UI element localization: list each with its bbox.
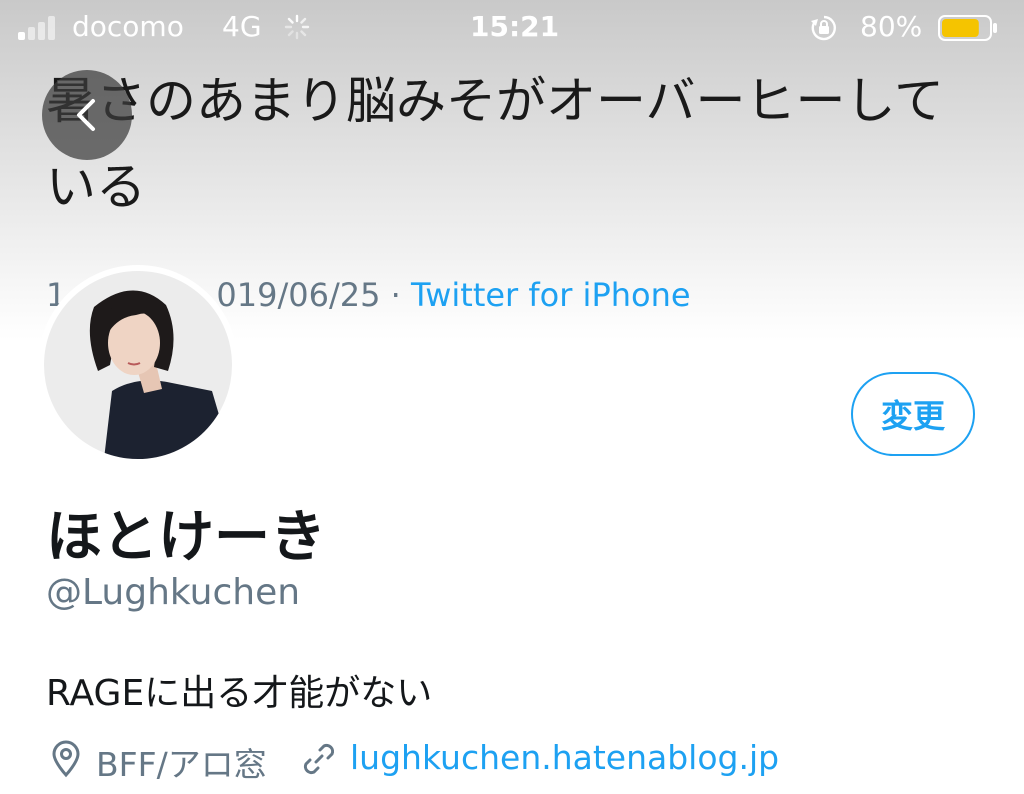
clock: 15:21 xyxy=(470,10,560,43)
display-name: ほとけーき xyxy=(46,505,326,570)
change-button[interactable]: 変更 xyxy=(851,372,975,456)
back-button[interactable] xyxy=(42,70,132,160)
profile-location: BFF/アロ窓 xyxy=(96,745,267,784)
battery-icon xyxy=(938,15,997,41)
tweet-text: 暑さのあまり脳みそがオーバーヒーしている xyxy=(46,72,944,216)
carrier-name: docomo xyxy=(72,10,184,43)
user-handle: @Lughkuchen xyxy=(46,572,301,613)
map-pin-icon xyxy=(52,740,80,778)
chevron-left-icon xyxy=(77,99,95,131)
tweet-source[interactable]: Twitter for iPhone xyxy=(411,276,691,314)
profile-photo xyxy=(44,271,232,459)
rotation-lock-icon xyxy=(811,15,836,41)
signal-strength-icon xyxy=(18,16,62,40)
network-type: 4G xyxy=(222,10,262,43)
battery-percentage: 80% xyxy=(860,10,923,43)
activity-spinner-icon xyxy=(284,14,310,40)
tweet-date: 019/06/25 · xyxy=(216,276,411,314)
avatar[interactable] xyxy=(38,265,238,465)
profile-meta: BFF/アロ窓 lughkuchen.hatenablog.jp xyxy=(46,736,1006,786)
status-bar: docomo 4G 15:21 80% xyxy=(0,0,1024,56)
profile-website-link[interactable]: lughkuchen.hatenablog.jp xyxy=(350,738,779,777)
profile-bio: RAGEに出る才能がない xyxy=(46,673,433,714)
link-icon xyxy=(303,743,335,775)
